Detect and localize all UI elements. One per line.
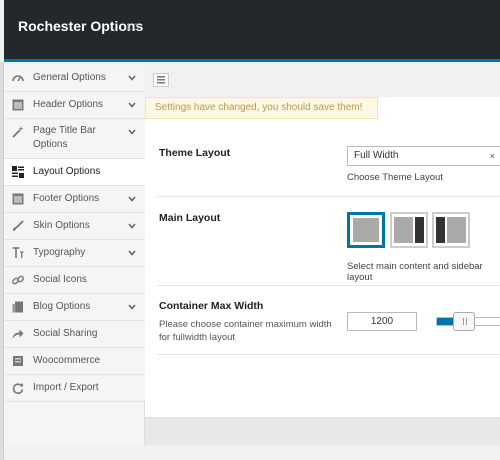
theme-layout-select[interactable]: Full Width × — [347, 146, 500, 166]
layout-option-full-width[interactable] — [347, 212, 385, 248]
app-version: 1.0 — [126, 22, 139, 32]
sidebar-item-label: Woocommerce — [33, 355, 101, 366]
unsaved-changes-notice: Settings have changed, you should save t… — [145, 97, 378, 119]
main-layout-help: Select main content and sidebar layout — [347, 261, 483, 283]
sidebar-item-footer-options[interactable]: Footer Options — [4, 186, 145, 213]
sidebar-item-label: General Options — [33, 72, 106, 83]
chevron-down-icon — [128, 223, 136, 229]
sidebar-item-label: Header Options — [33, 99, 104, 110]
sidebar-item-header-options[interactable]: Header Options — [4, 92, 145, 119]
app-title: Rochester Options — [18, 18, 144, 34]
chevron-down-icon — [128, 102, 136, 108]
sidebar-item-skin-options[interactable]: Skin Options — [4, 213, 145, 240]
sidebar-item-import-export[interactable]: Import / Export — [4, 375, 145, 402]
sidebar-item-label: Social Sharing — [33, 328, 98, 339]
container-width-label: Container Max Width — [159, 300, 264, 312]
sidebar-item-label: Layout Options — [33, 166, 101, 177]
chevron-down-icon — [128, 196, 136, 202]
link-icon — [12, 275, 24, 285]
sidebar-item-layout-options[interactable]: Layout Options — [4, 159, 145, 186]
list-icon — [157, 76, 165, 84]
container-width-desc: Please choose container maximum width fo… — [159, 319, 332, 343]
sidebar-item-social-sharing[interactable]: Social Sharing — [4, 321, 145, 348]
theme-layout-label: Theme Layout — [159, 147, 231, 159]
sidebar-item-page-title-bar-options[interactable]: Page Title Bar Options — [4, 119, 145, 159]
blog-icon — [12, 301, 23, 313]
share-icon — [12, 329, 24, 339]
divider — [157, 354, 500, 355]
app-header: Rochester Options 1.0 — [4, 0, 500, 62]
sidebar-item-label: Import / Export — [33, 382, 99, 393]
sidebar-item-label: Typography — [33, 247, 86, 258]
sidebar-item-label: Page Title Bar Options — [33, 125, 96, 150]
layout-icon — [12, 166, 24, 178]
sidebar-item-label: Blog Options — [33, 301, 91, 312]
brush-icon — [13, 220, 24, 231]
dashboard-icon — [12, 75, 24, 82]
window-icon — [12, 99, 24, 111]
theme-layout-value: Full Width — [354, 150, 399, 161]
sidebar-item-social-icons[interactable]: Social Icons — [4, 267, 145, 294]
options-sidebar: General Options Header Options Page Titl… — [4, 65, 145, 460]
slider-handle[interactable] — [453, 312, 475, 331]
options-panel — [145, 97, 500, 417]
layout-option-right-sidebar[interactable] — [390, 212, 428, 248]
divider — [157, 285, 500, 286]
options-footer — [145, 417, 500, 445]
options-toolbar — [145, 65, 500, 97]
sidebar-item-label: Footer Options — [33, 193, 100, 204]
woocommerce-icon — [13, 356, 23, 366]
container-width-input[interactable]: 1200 — [347, 312, 417, 331]
chevron-down-icon — [128, 304, 136, 310]
sidebar-item-blog-options[interactable]: Blog Options — [4, 294, 145, 321]
sidebar-item-woocommerce[interactable]: Woocommerce — [4, 348, 145, 375]
main-layout-label: Main Layout — [159, 212, 221, 224]
expand-toggle-button[interactable] — [153, 73, 169, 87]
window-icon — [12, 193, 24, 205]
chevron-down-icon — [128, 129, 136, 135]
sidebar-item-typography[interactable]: Typography — [4, 240, 145, 267]
theme-layout-help: Choose Theme Layout — [347, 172, 443, 183]
sidebar-item-label: Social Icons — [33, 274, 87, 285]
divider — [157, 196, 500, 197]
chevron-down-icon — [128, 75, 136, 81]
page-bottom — [4, 445, 500, 460]
magic-wand-icon — [12, 126, 24, 138]
clear-selection-icon[interactable]: × — [490, 147, 495, 165]
refresh-icon — [12, 383, 24, 394]
sidebar-item-label: Skin Options — [33, 220, 90, 231]
sidebar-item-general-options[interactable]: General Options — [4, 65, 145, 92]
layout-option-left-sidebar[interactable] — [432, 212, 470, 248]
chevron-down-icon — [128, 250, 136, 256]
typography-icon — [12, 247, 24, 258]
